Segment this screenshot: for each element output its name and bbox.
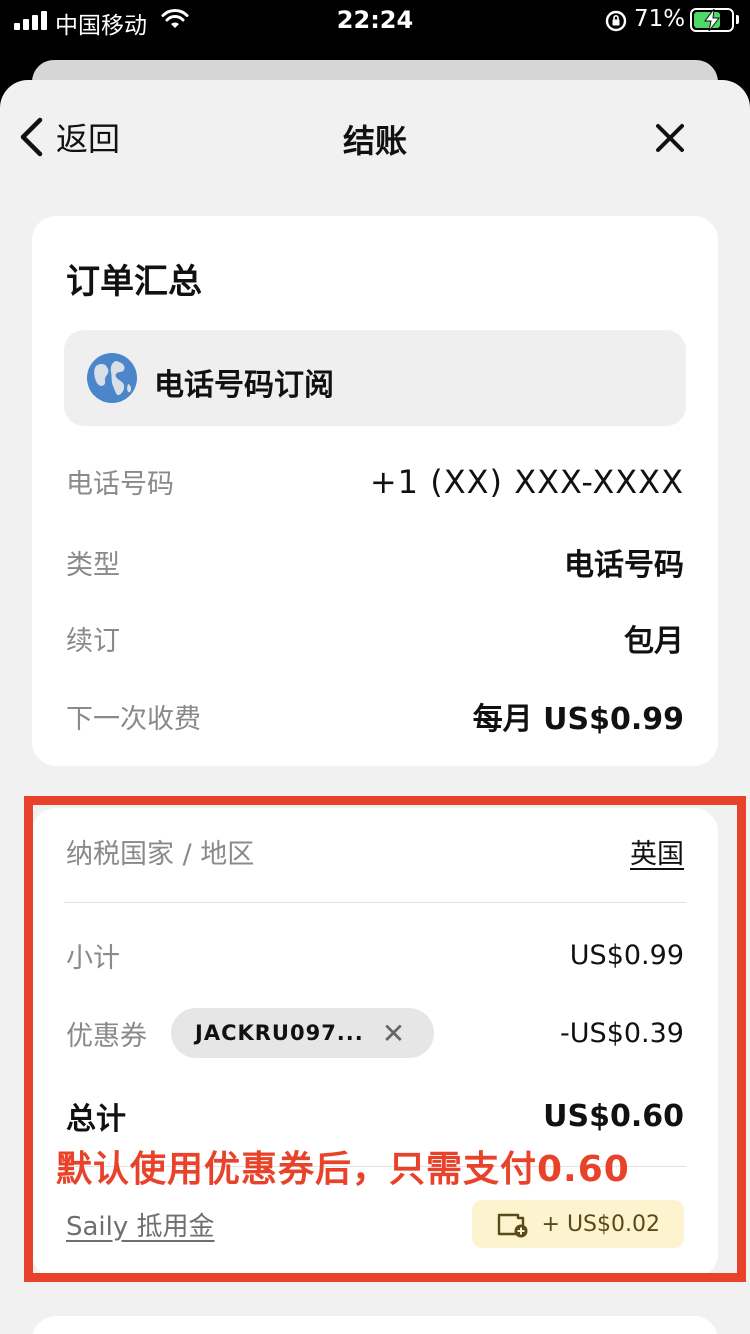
order-summary-card: 订单汇总 电话号码订阅 电话号码 +1 (XX) XXX-XXXX 类型 电话号… bbox=[32, 216, 718, 766]
order-summary-title: 订单汇总 bbox=[66, 262, 202, 302]
annotation-highlight-box bbox=[24, 796, 746, 1282]
annotation-text: 默认使用优惠券后，只需支付0.60 bbox=[56, 1149, 630, 1190]
phone-number-row: 电话号码 +1 (XX) XXX-XXXX bbox=[66, 462, 684, 501]
product-name: 电话号码订阅 bbox=[154, 368, 334, 403]
next-card bbox=[32, 1316, 718, 1334]
status-bar: 中国移动 22:24 71% bbox=[0, 0, 750, 44]
charging-bolt-icon bbox=[704, 9, 720, 31]
next-charge-row: 下一次收费 每月 US$0.99 bbox=[66, 702, 684, 737]
orientation-lock-icon bbox=[605, 10, 627, 32]
battery-percent: 71% bbox=[634, 6, 686, 32]
close-icon[interactable] bbox=[650, 118, 690, 158]
type-row: 类型 电话号码 bbox=[66, 548, 684, 583]
product-item: 电话号码订阅 bbox=[64, 330, 686, 426]
page-title: 结账 bbox=[342, 122, 407, 160]
globe-icon bbox=[87, 353, 137, 403]
renewal-row: 续订 包月 bbox=[66, 624, 684, 659]
